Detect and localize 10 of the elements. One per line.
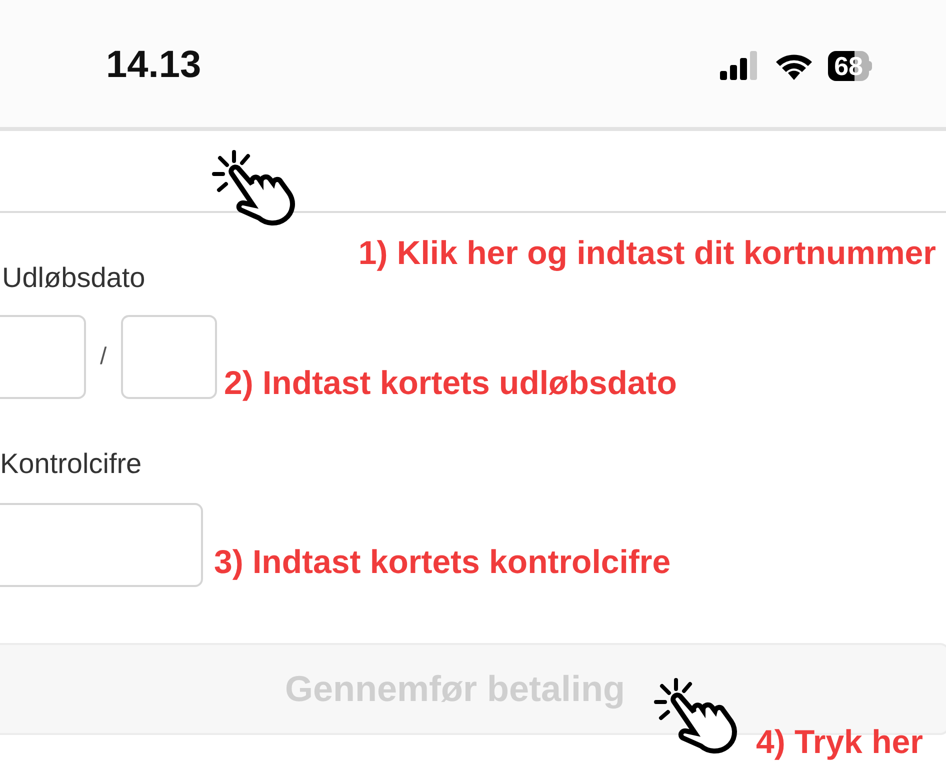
instruction-text: 3) Indtast kortets kontrolcifre <box>214 542 671 582</box>
field-label: Udløbsdato <box>2 262 146 293</box>
clock-time: 14.13 <box>106 43 202 88</box>
date-separator: / <box>100 342 107 372</box>
year-input-field[interactable] <box>120 315 217 399</box>
instruction-text: 1) Klik her og indtast dit kortnummer <box>358 233 936 273</box>
instruction-text: 2) Indtast kortets udløbsdato <box>224 363 677 403</box>
field-label: Kontrolcifre <box>0 448 142 479</box>
month-input-field[interactable] <box>0 315 86 399</box>
cvc-input-field[interactable] <box>0 503 203 587</box>
